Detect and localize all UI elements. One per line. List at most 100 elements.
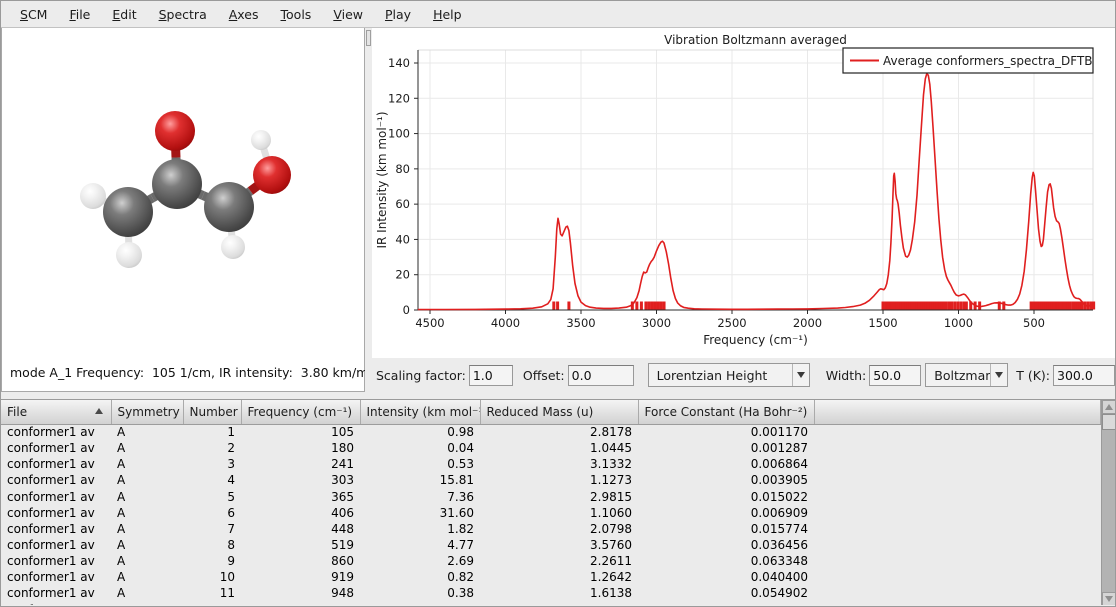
table-row[interactable]: conformer1 avA11050.982.81780.001170: [1, 424, 1101, 440]
mode-stick-marker: [956, 302, 959, 310]
table-row[interactable]: conformer1 avA53657.362.98150.015022: [1, 489, 1101, 505]
menu-item-tools[interactable]: Tools: [270, 3, 323, 26]
atom-c[interactable]: [152, 159, 202, 209]
weighting-value: Boltzmann: [926, 368, 990, 383]
table-row[interactable]: conformer1 avA98602.692.26110.063348: [1, 553, 1101, 569]
legend-label: Average conformers_spectra_DFTB: [883, 54, 1093, 68]
mode-stick-marker: [1069, 302, 1072, 310]
table-row[interactable]: conformer1 avA109190.821.26420.040400: [1, 569, 1101, 585]
atom-o[interactable]: [253, 156, 291, 194]
column-header-file[interactable]: File: [1, 400, 111, 424]
table-row[interactable]: conformer1 avA430315.811.12730.003905: [1, 472, 1101, 488]
menu-item-play[interactable]: Play: [374, 3, 422, 26]
modes-table: FileSymmetryNumberFrequency (cm⁻¹)Intens…: [1, 400, 1101, 605]
mode-stick-marker: [1002, 302, 1005, 310]
menu-item-scm[interactable]: SCM: [9, 3, 58, 26]
svg-text:1000: 1000: [944, 316, 973, 330]
scaling-factor-label: Scaling factor:: [376, 368, 466, 383]
column-header-force-constant[interactable]: Force Constant (Ha Bohr⁻²): [638, 400, 814, 424]
spectrum-controls: Scaling factor: Offset: Lorentzian Heigh…: [372, 358, 1115, 392]
svg-text:4000: 4000: [491, 316, 520, 330]
atom-c[interactable]: [103, 187, 153, 237]
width-input[interactable]: [869, 365, 921, 386]
modes-table-area: FileSymmetryNumberFrequency (cm⁻¹)Intens…: [1, 399, 1115, 605]
chevron-down-icon[interactable]: [792, 364, 809, 386]
column-header-symmetry[interactable]: Symmetry: [111, 400, 183, 424]
scaling-factor-input[interactable]: [469, 365, 513, 386]
svg-text:3000: 3000: [642, 316, 671, 330]
mode-stick-marker: [950, 302, 953, 310]
y-axis-label: IR Intensity (km mol⁻¹): [375, 111, 389, 248]
table-scrollbar[interactable]: [1101, 400, 1115, 605]
menu-item-file[interactable]: File: [58, 3, 101, 26]
chevron-down-icon[interactable]: [990, 364, 1007, 386]
mode-stick-marker: [640, 302, 643, 310]
menu-item-spectra[interactable]: Spectra: [148, 3, 218, 26]
menu-item-axes[interactable]: Axes: [218, 3, 270, 26]
scrollbar-thumb[interactable]: [1102, 414, 1115, 430]
menu-item-help[interactable]: Help: [422, 3, 473, 26]
svg-text:20: 20: [395, 268, 410, 282]
mode-stick-marker: [657, 302, 660, 310]
mode-stick-marker: [978, 302, 981, 310]
atom-h[interactable]: [80, 183, 106, 209]
mode-stick-marker: [653, 302, 656, 310]
mode-stick-marker: [962, 302, 965, 310]
svg-text:40: 40: [395, 232, 410, 246]
mode-stick-marker: [567, 302, 570, 310]
atom-h[interactable]: [221, 235, 245, 259]
offset-input[interactable]: [568, 365, 634, 386]
table-row[interactable]: conformer1 avA85194.773.57600.036456: [1, 537, 1101, 553]
atom-h[interactable]: [116, 242, 142, 268]
table-row[interactable]: conformer1 avA12104513.931.48880.061518: [1, 602, 1101, 605]
splitter-handle-icon[interactable]: [366, 30, 371, 46]
molecule-panel: mode A_1 Frequency: 105 1/cm, IR intensi…: [1, 28, 365, 392]
temperature-input[interactable]: [1053, 365, 1115, 386]
column-header-frequency[interactable]: Frequency (cm⁻¹): [241, 400, 360, 424]
svg-text:100: 100: [388, 127, 410, 141]
atom-h[interactable]: [251, 130, 271, 150]
menu-item-view[interactable]: View: [322, 3, 374, 26]
weighting-dropdown[interactable]: Boltzmann: [925, 363, 1008, 387]
ir-spectrum-chart[interactable]: 0204060801001201404500400035003000250020…: [372, 28, 1115, 358]
mode-stick-marker: [660, 302, 663, 310]
width-label: Width:: [826, 368, 867, 383]
menu-item-edit[interactable]: Edit: [101, 3, 147, 26]
mode-stick-marker: [945, 302, 948, 310]
menu-bar: SCMFileEditSpectraAxesToolsViewPlayHelp: [1, 1, 1115, 28]
lineshape-dropdown[interactable]: Lorentzian Height: [648, 363, 810, 387]
svg-text:60: 60: [395, 197, 410, 211]
mode-stick-marker: [552, 302, 555, 310]
lineshape-value: Lorentzian Height: [649, 368, 792, 383]
svg-text:3500: 3500: [566, 316, 595, 330]
mode-stick-marker: [959, 302, 962, 310]
column-header-intensity[interactable]: Intensity (km mol⁻¹): [360, 400, 480, 424]
svg-text:2000: 2000: [793, 316, 822, 330]
mode-stick-marker: [965, 302, 968, 310]
table-row[interactable]: conformer1 avA640631.601.10600.006909: [1, 505, 1101, 521]
mode-stick-marker: [953, 302, 956, 310]
mode-stick-marker: [644, 302, 647, 310]
molecule-3d-view[interactable]: [2, 28, 364, 356]
main-content: mode A_1 Frequency: 105 1/cm, IR intensi…: [1, 28, 1115, 392]
table-row[interactable]: conformer1 avA21800.041.04450.001287: [1, 440, 1101, 456]
svg-text:120: 120: [388, 91, 410, 105]
mode-status-text: mode A_1 Frequency: 105 1/cm, IR intensi…: [2, 356, 364, 390]
horizontal-splitter[interactable]: [1, 392, 1115, 399]
spectrum-panel: 0204060801001201404500400035003000250020…: [372, 28, 1115, 392]
scroll-down-icon[interactable]: [1102, 592, 1115, 605]
column-header-reduced-mass[interactable]: Reduced Mass (u): [480, 400, 638, 424]
svg-text:4500: 4500: [415, 316, 444, 330]
atom-c[interactable]: [204, 182, 254, 232]
table-row[interactable]: conformer1 avA119480.381.61380.054902: [1, 585, 1101, 601]
atom-o[interactable]: [155, 111, 195, 151]
scroll-up-icon[interactable]: [1102, 400, 1115, 414]
column-header-filler: [814, 400, 1101, 424]
svg-text:0: 0: [403, 303, 410, 317]
column-header-number[interactable]: Number: [183, 400, 241, 424]
table-row[interactable]: conformer1 avA74481.822.07980.015774: [1, 521, 1101, 537]
table-row[interactable]: conformer1 avA32410.533.13320.006864: [1, 456, 1101, 472]
svg-text:140: 140: [388, 56, 410, 70]
vertical-splitter[interactable]: [365, 28, 372, 392]
mode-stick-marker: [882, 302, 885, 310]
